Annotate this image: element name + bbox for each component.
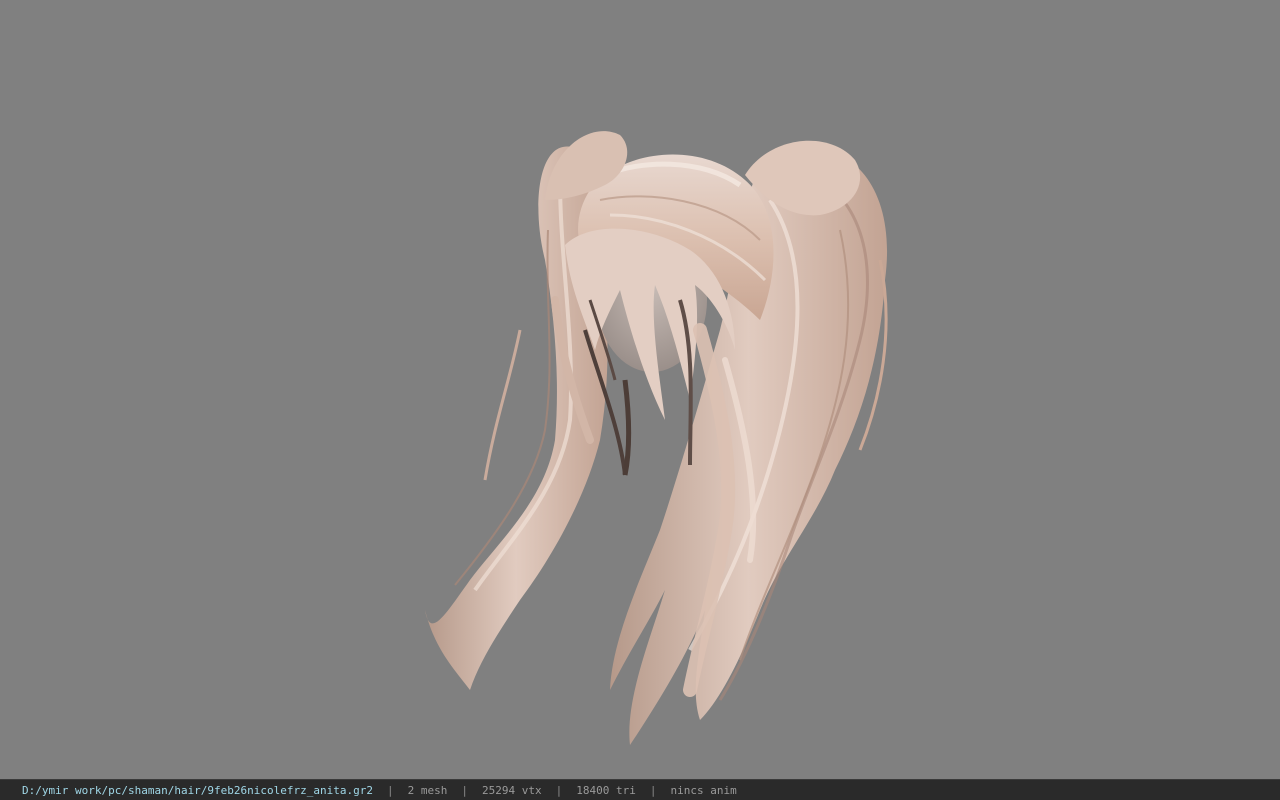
separator: |	[387, 783, 394, 797]
separator: |	[461, 783, 468, 797]
status-bar: D:/ymir work/pc/shaman/hair/9feb26nicole…	[0, 779, 1280, 800]
separator: |	[555, 783, 563, 797]
separator: |	[649, 783, 657, 797]
mesh-count: 2 mesh	[407, 783, 448, 797]
triangle-count: 18400 tri	[576, 783, 636, 797]
animation-status: nincs anim	[670, 783, 737, 797]
3d-viewport[interactable]	[0, 0, 1280, 779]
hair-model-icon	[425, 131, 888, 745]
file-path: D:/ymir work/pc/shaman/hair/9feb26nicole…	[22, 783, 373, 797]
vertex-count: 25294 vtx	[482, 783, 542, 797]
